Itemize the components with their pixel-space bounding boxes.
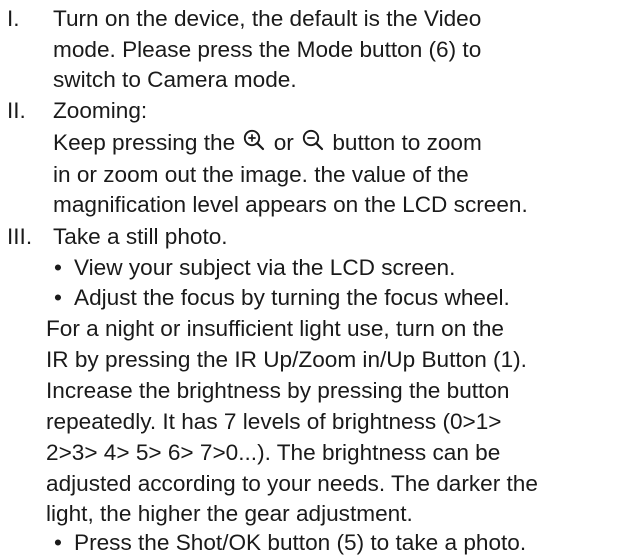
- step-3-heading: Take a still photo.: [53, 224, 228, 249]
- step-3-paragraph-line-4: repeatedly. It has 7 levels of brightnes…: [46, 409, 502, 434]
- zoom-line-before: Keep pressing the: [53, 130, 236, 155]
- manual-page: I. Turn on the device, the default is th…: [0, 0, 623, 556]
- step-2-zoom-line: Keep pressing the or button to zoom: [53, 128, 482, 159]
- bullet-text: Press the Shot/OK button (5) to take a p…: [74, 530, 527, 555]
- step-2-numeral: II.: [7, 98, 26, 123]
- step-1-line-2: mode. Please press the Mode button (6) t…: [53, 37, 482, 62]
- step-3-bullet-1: • View your subject via the LCD screen.: [54, 253, 455, 284]
- step-3-paragraph-line-3: Increase the brightness by pressing the …: [46, 378, 510, 403]
- zoom-line-after: button to zoom: [332, 130, 482, 155]
- zoom-in-icon: [243, 129, 265, 151]
- step-3-paragraph-line-7: light, the higher the gear adjustment.: [46, 501, 413, 526]
- step-1-numeral: I.: [7, 6, 20, 31]
- step-3-bullet-3: • Press the Shot/OK button (5) to take a …: [54, 528, 526, 559]
- step-2-heading: Zooming:: [53, 98, 148, 123]
- bullet-glyph: •: [54, 285, 62, 310]
- step-1-line-3: switch to Camera mode.: [53, 67, 297, 92]
- step-3-numeral: III.: [7, 224, 33, 249]
- bullet-glyph: •: [54, 255, 62, 280]
- bullet-text: Adjust the focus by turning the focus wh…: [74, 285, 510, 310]
- step-2-line-1: in or zoom out the image. the value of t…: [53, 162, 469, 187]
- zoom-out-icon: [302, 129, 324, 151]
- step-3-paragraph-line-5: 2>3> 4> 5> 6> 7>0...). The brightness ca…: [46, 440, 501, 465]
- bullet-text: View your subject via the LCD screen.: [74, 255, 456, 280]
- step-3-paragraph-line-6: adjusted according to your needs. The da…: [46, 471, 538, 496]
- step-2-line-2: magnification level appears on the LCD s…: [53, 192, 528, 217]
- step-1-line-1: Turn on the device, the default is the V…: [53, 6, 482, 31]
- step-3-paragraph-line-2: IR by pressing the IR Up/Zoom in/Up Butt…: [46, 347, 527, 372]
- bullet-glyph: •: [54, 530, 62, 555]
- step-3-paragraph-line-1: For a night or insufficient light use, t…: [46, 316, 504, 341]
- step-3-bullet-2: • Adjust the focus by turning the focus w…: [54, 283, 510, 314]
- zoom-line-or: or: [273, 130, 294, 155]
